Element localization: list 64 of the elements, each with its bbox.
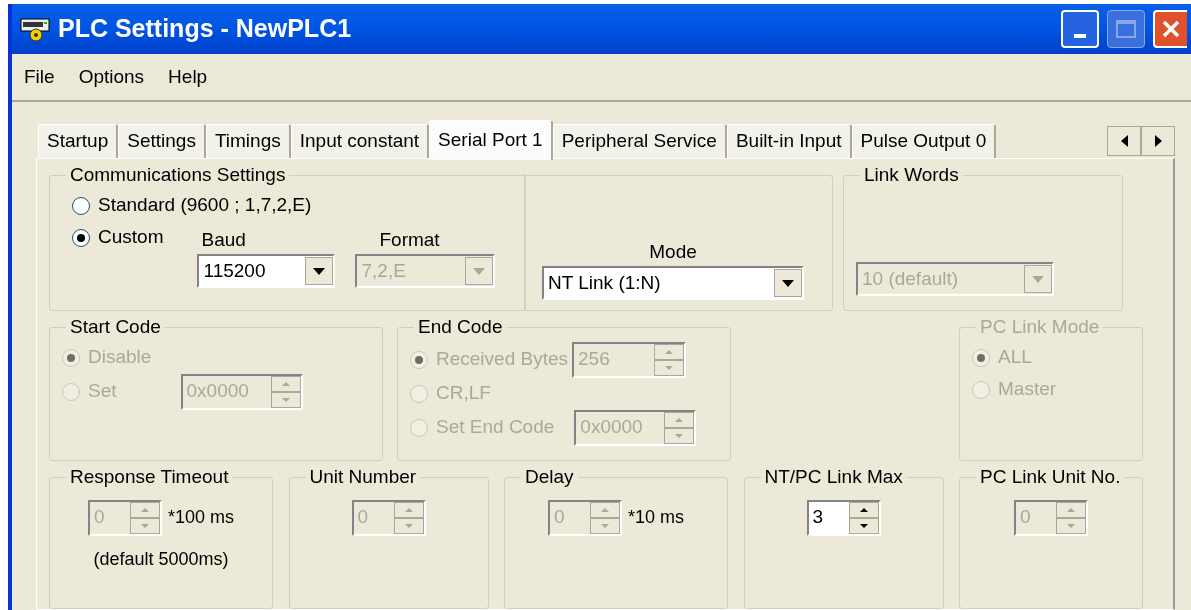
group-title: Communications Settings [69,163,287,187]
tab[interactable]: Built-in Input [726,124,852,158]
group-title: End Code [417,315,504,339]
radio-label: CR,LF [436,381,491,406]
unit-label: *100 ms [167,506,234,529]
spin-value: 256 [577,347,611,372]
maximize-button[interactable] [1107,10,1145,48]
window-title: PLC Settings - NewPLC1 [58,13,353,45]
unit-label: *10 ms [628,506,684,529]
close-button[interactable] [1153,10,1187,48]
dropdown-value: NT Link (1:N) [547,270,662,295]
tab[interactable]: Input constant [290,124,430,158]
spin-arrows-icon[interactable] [848,501,879,534]
dropdown[interactable]: NT Link (1:N) [542,266,804,300]
minimize-button[interactable] [1061,10,1099,48]
radio-button[interactable] [72,196,90,215]
radio-label: Standard (9600 ; 1,7,2,E) [98,193,312,218]
radio-label: Received Bytes [436,347,568,372]
radio-label: Set [88,379,117,404]
close-icon [1161,19,1181,39]
plc-device-icon [20,16,50,42]
tab[interactable]: Startup [38,124,119,158]
dropdown-value: 115200 [202,258,267,283]
spin-value: 0 [553,505,566,530]
group-title: NT/PC Link Max [763,465,904,489]
group-title: Unit Number [308,465,418,489]
group-title: PC Link Unit No. [979,465,1122,489]
group-title: Link Words [863,163,960,187]
spin-value: 0 [1019,505,1032,530]
group-title: PC Link Mode [979,315,1101,339]
menu-item[interactable]: Help [168,62,208,92]
scroll-right-button[interactable] [1141,126,1175,156]
radio-label: Set End Code [436,415,555,440]
right-arrow-icon [1154,135,1162,147]
menu-item[interactable]: Options [78,62,145,92]
spin-value: 0 [356,505,370,530]
group-title: Response Timeout [69,465,230,489]
left-arrow-icon [1120,135,1128,147]
menu-item[interactable]: File [24,62,55,92]
spin-value: 3 [811,505,825,530]
dropdown-value: 10 (default) [861,266,960,291]
spin-value: 0 [92,505,106,530]
tab[interactable]: Settings [118,124,206,158]
tab[interactable]: Serial Port 1 [429,120,553,160]
tab[interactable]: Pulse Output 0 [851,124,997,158]
radio-label: Master [998,377,1057,402]
dropdown-value: 7,2,E [360,258,407,283]
spin-field[interactable]: 3 [806,499,881,536]
spin-value: 0x0000 [579,415,644,440]
format-label: Format [378,227,441,252]
spin-value: 0x0000 [185,379,250,404]
mode-label: Mode [649,239,697,264]
radio-label: Custom [98,225,164,250]
radio-label: ALL [998,345,1032,370]
baud-label: Baud [200,227,247,252]
tab[interactable]: Peripheral Service [552,124,727,158]
radio-button[interactable] [72,228,90,247]
group-title: Delay [524,465,575,489]
tab[interactable]: Timings [205,124,291,158]
scroll-left-button[interactable] [1107,126,1141,156]
radio-label: Disable [88,345,152,370]
group-title: Start Code [69,315,162,339]
default-note: (default 5000ms) [93,547,229,571]
dropdown[interactable]: 115200 [197,254,336,288]
